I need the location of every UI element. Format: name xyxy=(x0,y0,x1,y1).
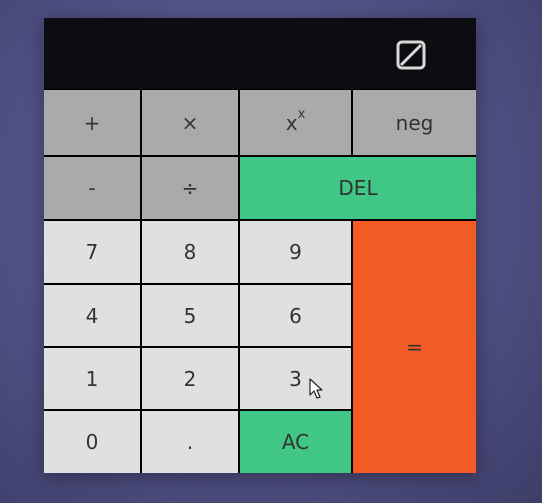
plus-button[interactable]: + xyxy=(44,90,140,155)
equals-button[interactable]: = xyxy=(353,221,476,473)
decimal-point-button[interactable]: . xyxy=(142,411,238,473)
power-base-label: x xyxy=(285,110,298,135)
mouse-pointer-icon xyxy=(309,378,325,400)
digit-7-button[interactable]: 7 xyxy=(44,221,140,283)
digit-8-button[interactable]: 8 xyxy=(142,221,238,283)
divide-button[interactable]: ÷ xyxy=(142,157,238,219)
multiply-button[interactable]: × xyxy=(142,90,238,155)
digit-3-button[interactable]: 3 xyxy=(240,348,351,409)
power-button[interactable]: xx xyxy=(240,90,351,155)
calculator-window: + × xx neg - ÷ DEL 7 8 9 = 4 5 6 1 2 3 0… xyxy=(44,18,476,473)
no-symbol-icon[interactable] xyxy=(395,39,427,71)
negate-button[interactable]: neg xyxy=(353,90,476,155)
all-clear-button[interactable]: AC xyxy=(240,411,351,473)
digit-1-button[interactable]: 1 xyxy=(44,348,140,409)
digit-5-button[interactable]: 5 xyxy=(142,285,238,346)
minus-button[interactable]: - xyxy=(44,157,140,219)
delete-button[interactable]: DEL xyxy=(240,157,476,219)
digit-2-button[interactable]: 2 xyxy=(142,348,238,409)
display-panel xyxy=(44,18,476,89)
digit-6-button[interactable]: 6 xyxy=(240,285,351,346)
digit-0-button[interactable]: 0 xyxy=(44,411,140,473)
digit-4-button[interactable]: 4 xyxy=(44,285,140,346)
digit-9-button[interactable]: 9 xyxy=(240,221,351,283)
power-exponent-label: x xyxy=(297,107,306,122)
